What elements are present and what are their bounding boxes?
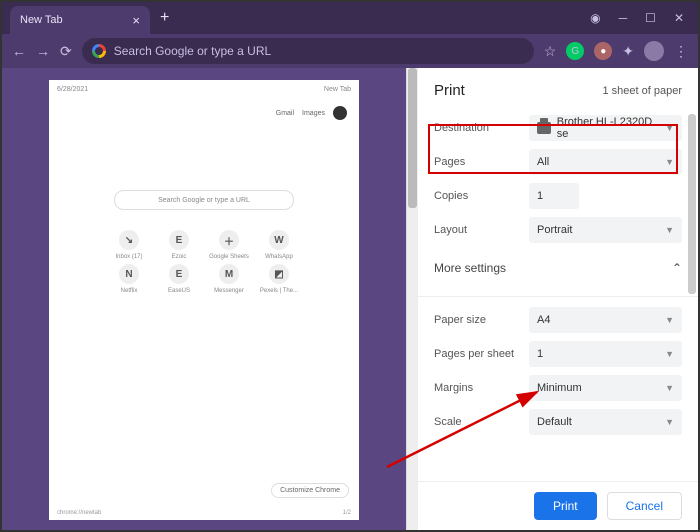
star-icon[interactable]: ☆ [544, 43, 557, 60]
browser-toolbar: ← → ⟳ Search Google or type a URL ☆ G ● … [2, 34, 698, 68]
record-icon[interactable]: ◉ [590, 11, 600, 25]
pages-label: Pages [434, 156, 529, 168]
sheet-count: 1 sheet of paper [602, 85, 682, 97]
content-area: 6/28/2021 New Tab Gmail Images Search Go… [2, 68, 698, 530]
destination-label: Destination [434, 122, 529, 134]
divider [418, 296, 698, 297]
forward-icon[interactable]: → [36, 43, 50, 59]
new-tab-button[interactable]: + [160, 9, 169, 27]
customize-chrome-button: Customize Chrome [271, 483, 349, 498]
extensions-icon[interactable]: ✦ [622, 43, 634, 60]
cancel-button[interactable]: Cancel [607, 492, 682, 520]
chevron-down-icon: ▼ [665, 349, 674, 359]
dialog-title: Print [434, 82, 465, 99]
chevron-down-icon: ▼ [665, 225, 674, 235]
layout-dropdown[interactable]: Portrait▼ [529, 217, 682, 243]
extension-icons: ☆ G ● ✦ ⋮ [544, 41, 688, 61]
maximize-icon[interactable]: ☐ [645, 11, 656, 25]
tab-title: New Tab [20, 14, 63, 26]
preview-avatar [333, 106, 347, 120]
close-tab-icon[interactable]: × [132, 13, 140, 28]
chevron-down-icon: ▼ [665, 157, 674, 167]
preview-title: New Tab [324, 86, 351, 93]
extension-icon[interactable]: ● [594, 42, 612, 60]
address-bar[interactable]: Search Google or type a URL [82, 38, 534, 64]
pages-per-sheet-label: Pages per sheet [434, 348, 529, 360]
window-controls: ◉ ─ ☐ ✕ [590, 11, 698, 25]
copies-label: Copies [434, 190, 529, 202]
paper-size-label: Paper size [434, 314, 529, 326]
pages-per-sheet-dropdown[interactable]: 1▼ [529, 341, 682, 367]
margins-label: Margins [434, 382, 529, 394]
dialog-scrollbar[interactable] [686, 68, 698, 480]
minimize-icon[interactable]: ─ [619, 11, 628, 25]
print-button[interactable]: Print [534, 492, 597, 520]
margins-dropdown[interactable]: Minimum▼ [529, 375, 682, 401]
chevron-down-icon: ▼ [665, 315, 674, 325]
layout-label: Layout [434, 224, 529, 236]
preview-search: Search Google or type a URL [114, 190, 294, 210]
preview-date: 6/28/2021 [57, 86, 88, 93]
preview-scrollbar[interactable] [406, 68, 418, 530]
preview-url: chrome://newtab [57, 510, 101, 516]
chevron-down-icon: ▼ [665, 417, 674, 427]
gmail-link: Gmail [276, 110, 294, 117]
grammarly-icon[interactable]: G [566, 42, 584, 60]
pages-dropdown[interactable]: All▼ [529, 149, 682, 175]
omnibox-placeholder: Search Google or type a URL [114, 44, 271, 58]
scale-label: Scale [434, 416, 529, 428]
print-preview-area: 6/28/2021 New Tab Gmail Images Search Go… [2, 68, 406, 530]
scale-dropdown[interactable]: Default▼ [529, 409, 682, 435]
reload-icon[interactable]: ⟳ [60, 43, 72, 60]
images-link: Images [302, 110, 325, 117]
profile-avatar[interactable] [644, 41, 664, 61]
chevron-down-icon: ▼ [665, 383, 674, 393]
more-settings-toggle[interactable]: More settings⌃ [434, 247, 682, 290]
scrollbar-thumb[interactable] [408, 68, 417, 208]
chevron-up-icon: ⌃ [672, 261, 682, 275]
browser-tab[interactable]: New Tab × [10, 6, 150, 34]
preview-pagenum: 1/2 [343, 510, 351, 516]
menu-icon[interactable]: ⋮ [674, 43, 688, 60]
print-dialog: Print 1 sheet of paper Destination Broth… [418, 68, 698, 530]
close-window-icon[interactable]: ✕ [674, 11, 684, 25]
preview-header-links: Gmail Images [276, 106, 347, 120]
copies-input[interactable] [529, 183, 579, 209]
google-icon [92, 44, 106, 58]
window-titlebar: New Tab × + ◉ ─ ☐ ✕ [2, 2, 698, 34]
destination-dropdown[interactable]: Brother HL-L2320D se▼ [529, 115, 682, 141]
back-icon[interactable]: ← [12, 43, 26, 59]
chevron-down-icon: ▼ [665, 123, 674, 133]
preview-page: 6/28/2021 New Tab Gmail Images Search Go… [49, 80, 359, 520]
scrollbar-thumb[interactable] [688, 114, 696, 294]
paper-size-dropdown[interactable]: A4▼ [529, 307, 682, 333]
preview-shortcuts: ↘Inbox (17) EEzoic ＋Google Sheets WWhats… [106, 230, 302, 294]
printer-icon [537, 122, 551, 134]
